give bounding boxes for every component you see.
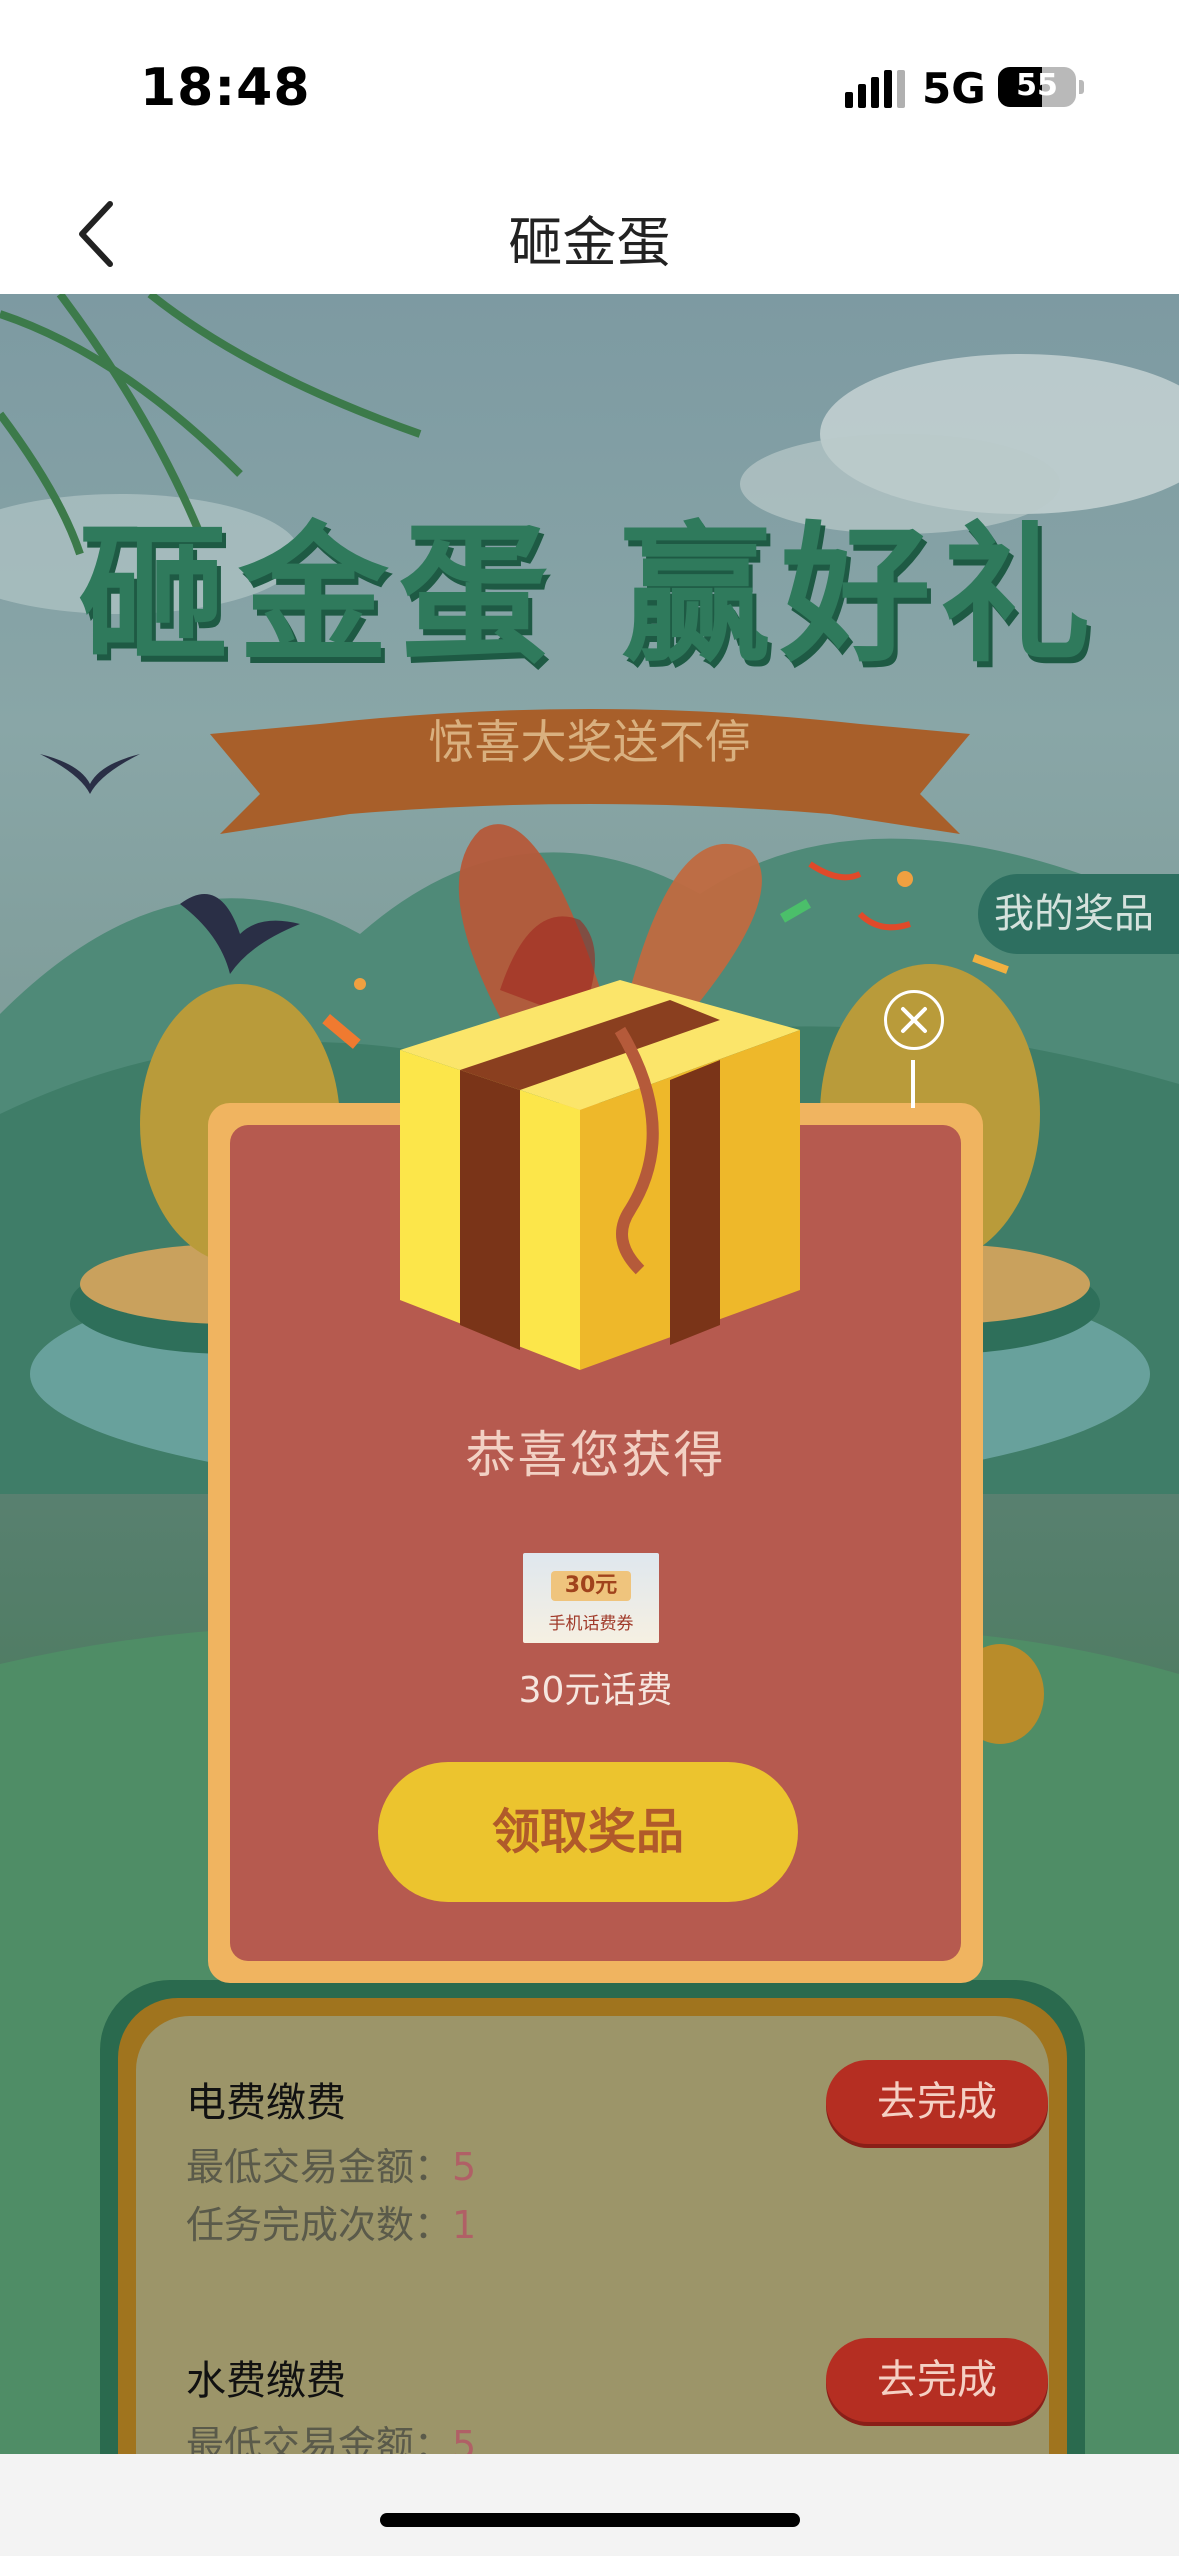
status-time: 18:48 (140, 58, 311, 118)
close-icon (901, 1007, 927, 1033)
banner-subtitle: 惊喜大奖送不停 (428, 715, 751, 769)
task-min-amount: 最低交易金额：5 (186, 2145, 477, 2189)
signal-icon (845, 70, 905, 108)
task-title: 水费缴费 (186, 2358, 346, 2404)
home-indicator-area (0, 2454, 1179, 2556)
coupon-label: 手机话费券 (548, 1614, 634, 1634)
prize-coupon-image: 30元 手机话费券 (523, 1553, 659, 1643)
congrats-text: 恭喜您获得 (465, 1426, 726, 1484)
hero-title: 砸金蛋 赢好礼 (78, 509, 1101, 683)
task-count: 任务完成次数：1 (186, 2203, 477, 2247)
battery-icon: 55 (998, 67, 1084, 107)
nav-bar: 砸金蛋 (0, 170, 1179, 294)
home-indicator (380, 2513, 800, 2527)
status-bar: 18:48 5G 55 (0, 0, 1179, 170)
close-button[interactable] (884, 990, 944, 1050)
claim-prize-button[interactable]: 领取奖品 (378, 1762, 798, 1902)
task-complete-button[interactable]: 去完成 (826, 2338, 1048, 2422)
close-connector (911, 1060, 915, 1108)
network-type: 5G (922, 64, 986, 113)
battery-level: 55 (1016, 68, 1058, 103)
task-complete-button[interactable]: 去完成 (826, 2060, 1048, 2144)
coupon-amount: 30元 (551, 1571, 631, 1601)
gift-box-icon (400, 824, 800, 1370)
prize-name: 30元话费 (518, 1670, 673, 1711)
my-prize-button[interactable]: 我的奖品 (978, 874, 1179, 954)
page-title: 砸金蛋 (508, 211, 671, 274)
task-title: 电费缴费 (186, 2080, 346, 2126)
